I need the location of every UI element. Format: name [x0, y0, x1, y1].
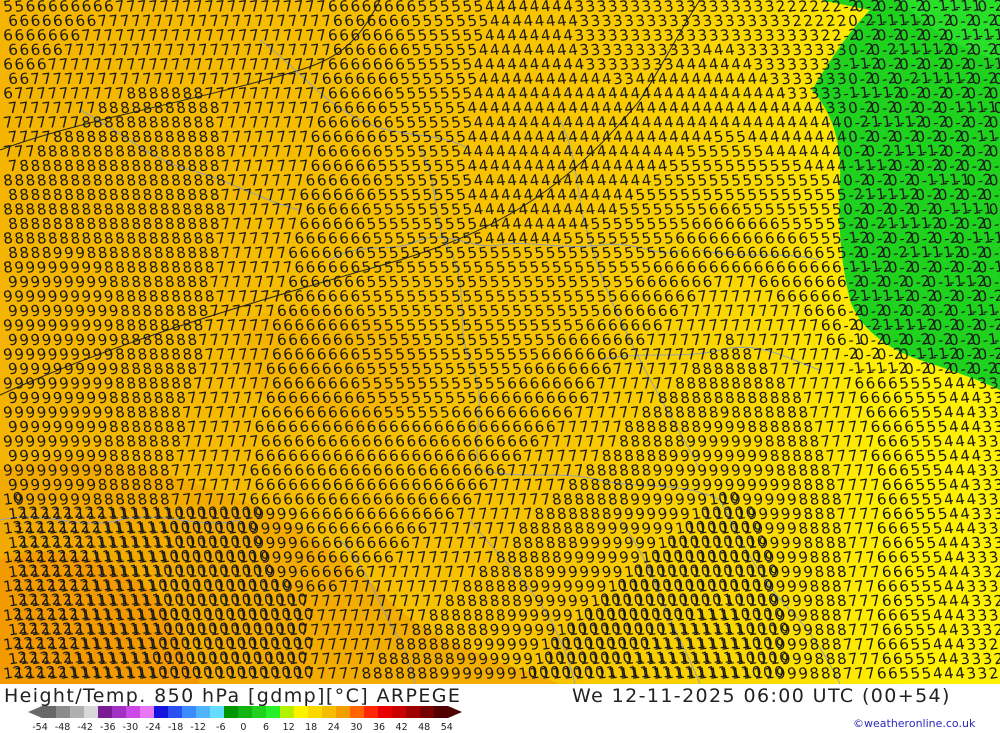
scale-swatch	[364, 706, 379, 718]
scale-swatch	[238, 706, 253, 718]
scale-swatch	[420, 706, 435, 718]
valid-time: We 12-11-2025 06:00 UTC (00+54)	[572, 685, 951, 707]
scale-tick-label: 0	[240, 722, 246, 732]
scale-swatch	[168, 706, 183, 718]
credit-link[interactable]: ©weatheronline.co.uk	[853, 717, 975, 730]
scale-tick-label: 24	[328, 722, 340, 732]
scale-swatch	[126, 706, 141, 718]
scale-tick-label: 42	[396, 722, 408, 732]
temperature-values: 5566666666777777777777777777766666666555…	[2, 0, 1000, 683]
scale-tick-label: 54	[441, 722, 453, 732]
scale-swatch	[434, 706, 449, 718]
scale-tick-label: 6	[263, 722, 269, 732]
scale-swatch	[378, 706, 393, 718]
map-title: Height/Temp. 850 hPa [gdmp][°C] ARPEGE	[4, 685, 461, 707]
scale-swatch	[98, 706, 113, 718]
scale-tick-label: -54	[32, 722, 48, 732]
scale-swatch	[196, 706, 211, 718]
scale-swatch	[350, 706, 365, 718]
scale-swatch	[280, 706, 295, 718]
scale-tick-label: -6	[216, 722, 225, 732]
color-scale-legend: -54 -48 -42 -36 -30 -24 -18 -12 -6 0 6 12 18 24 30 36 42…	[28, 706, 462, 732]
scale-tick-label: -24	[145, 722, 161, 732]
scale-swatch	[224, 706, 239, 718]
scale-swatch	[84, 706, 99, 718]
scale-swatch	[294, 706, 309, 718]
scale-tick-label: 30	[350, 722, 362, 732]
scale-swatch	[308, 706, 323, 718]
scale-tick-label: -12	[190, 722, 206, 732]
scale-swatch	[154, 706, 169, 718]
scale-tick-label: -30	[123, 722, 139, 732]
scale-tick-label: 12	[283, 722, 295, 732]
scale-arrow-left	[28, 706, 42, 718]
scale-swatch	[252, 706, 267, 718]
scale-tick-label: -36	[100, 722, 116, 732]
scale-swatch	[392, 706, 407, 718]
scale-swatch	[336, 706, 351, 718]
scale-tick-label: -42	[77, 722, 93, 732]
scale-swatch	[266, 706, 281, 718]
scale-swatch	[406, 706, 421, 718]
map-canvas: 5566666666777777777777777777766666666555…	[0, 0, 1000, 684]
scale-arrow-right	[448, 706, 462, 718]
scale-swatch	[112, 706, 127, 718]
scale-swatch	[322, 706, 337, 718]
scale-swatch	[140, 706, 155, 718]
scale-swatch	[42, 706, 57, 718]
scale-swatch	[70, 706, 85, 718]
scale-swatch	[56, 706, 71, 718]
scale-tick-label: 18	[305, 722, 317, 732]
temperature-map[interactable]: 5566666666777777777777777777766666666555…	[0, 0, 1000, 684]
scale-tick-label: -18	[168, 722, 184, 732]
scale-tick-label: -48	[55, 722, 71, 732]
scale-swatch	[210, 706, 225, 718]
scale-tick-label: 48	[418, 722, 430, 732]
footer-bar: Height/Temp. 850 hPa [gdmp][°C] ARPEGE W…	[0, 684, 1000, 733]
scale-tick-label: 36	[373, 722, 385, 732]
scale-swatch	[182, 706, 197, 718]
